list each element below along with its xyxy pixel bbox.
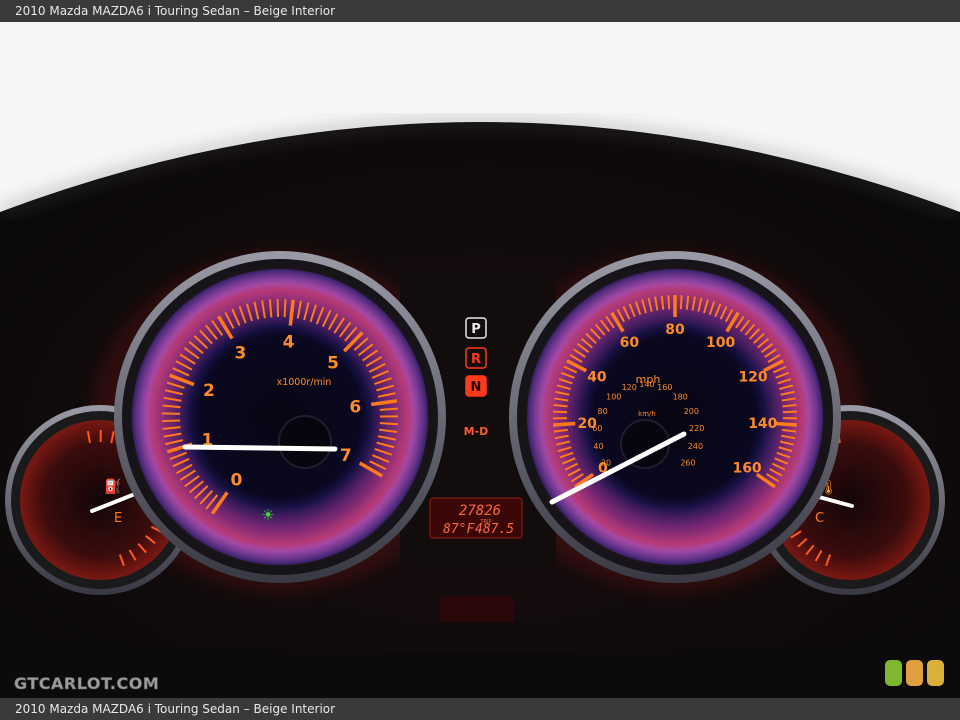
gauge-tick (774, 421, 797, 427)
watermark: GTCARLOT.COM (14, 674, 160, 694)
kmh-label-100: 100 (606, 393, 621, 402)
kmh-unit: km/h (638, 410, 656, 418)
gauge-tick (283, 299, 287, 318)
trip-distance: 487.5 (475, 522, 514, 537)
headlight-indicator-icon: ☀ (261, 506, 274, 524)
kmh-label-40: 40 (593, 442, 603, 451)
tachometer: 0 1 2 3 4 5 6 7 x1000r/min ☀ (114, 251, 446, 583)
kmh-label-200: 200 (684, 407, 699, 416)
instrument-cluster: F E ⛽ C 🌡 P R N M-D 27826 (0, 22, 960, 698)
gear-r: R (471, 352, 481, 367)
speedometer: 0 20 40 60 80 100 120 140 160 20 40 60 8… (509, 251, 841, 583)
gauge-tick (782, 404, 797, 408)
caption-bottom: 2010 Mazda MAZDA6 i Touring Sedan – Beig… (0, 698, 960, 720)
logo-badge-green (885, 660, 902, 686)
mph-label-60: 60 (620, 335, 640, 351)
kmh-label-60: 60 (592, 424, 602, 433)
kmh-label-20: 20 (601, 459, 611, 468)
gauge-tick (162, 419, 181, 423)
dashboard-photo: F E ⛽ C 🌡 P R N M-D 27826 (0, 22, 960, 698)
mph-label-160: 160 (732, 461, 761, 477)
tach-label-6: 6 (349, 398, 361, 418)
tach-needle (182, 444, 338, 452)
tach-label-2: 2 (203, 381, 215, 401)
gear-mode: M-D (464, 425, 489, 438)
mph-label-140: 140 (748, 416, 777, 432)
gauge-tick (782, 410, 797, 414)
mph-unit: mph (636, 373, 661, 386)
gauge-tick (379, 407, 398, 411)
kmh-label-240: 240 (688, 442, 703, 451)
odometer-total: 27826 (459, 503, 501, 519)
logo-badge-orange (906, 660, 923, 686)
outside-temperature: 87°F (443, 522, 475, 537)
logo-badge-yellow (927, 660, 944, 686)
tach-label-3: 3 (234, 343, 246, 363)
temp-cold-label: C (815, 511, 824, 526)
gauge-tick (162, 412, 181, 415)
tach-label-4: 4 (283, 333, 295, 353)
gauge-tick (553, 421, 576, 427)
tach-label-5: 5 (327, 354, 339, 374)
kmh-label-80: 80 (598, 407, 608, 416)
odometer-display: 27826 TRIP 87°F 487.5 (429, 497, 523, 539)
mph-label-120: 120 (738, 369, 767, 385)
gauge-tick (679, 295, 683, 310)
caption-top: 2010 Mazda MAZDA6 i Touring Sedan – Beig… (0, 0, 960, 22)
gear-n: N (471, 380, 482, 395)
kmh-label-220: 220 (689, 424, 704, 433)
mph-label-80: 80 (665, 322, 685, 338)
kmh-label-120: 120 (622, 383, 637, 392)
gauge-tick (667, 295, 671, 310)
mph-label-40: 40 (587, 369, 607, 385)
mph-label-100: 100 (706, 335, 735, 351)
kmh-label-260: 260 (680, 459, 695, 468)
tach-unit: x1000r/min (277, 377, 332, 388)
fuel-pump-icon: ⛽ (104, 478, 121, 495)
gauge-tick (553, 410, 568, 414)
tach-label-7: 7 (340, 446, 352, 466)
gauge-tick (553, 404, 568, 408)
tach-label-0: 0 (230, 470, 242, 490)
fuel-empty-label: E (114, 511, 122, 526)
gauge-tick (379, 422, 398, 426)
gear-p: P (471, 322, 481, 337)
kmh-label-180: 180 (673, 393, 688, 402)
